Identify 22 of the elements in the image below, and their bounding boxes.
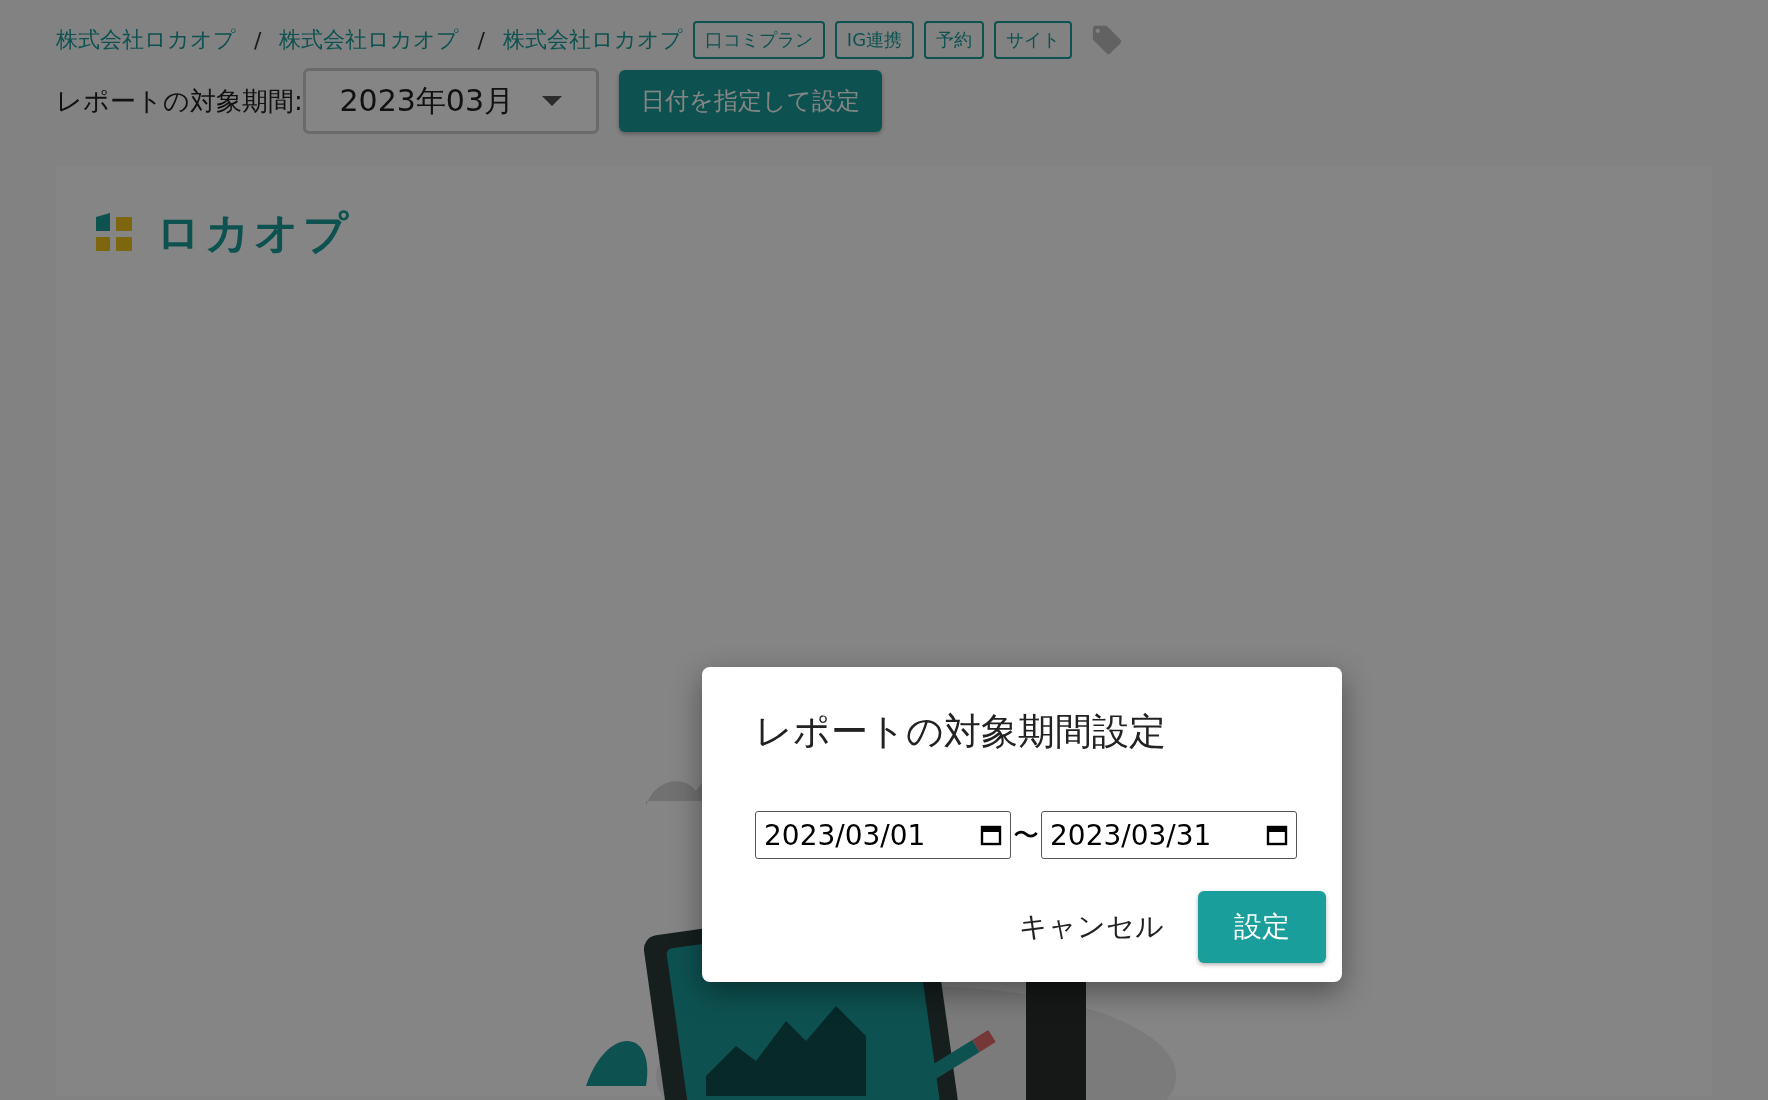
logo-text: ロカオプ: [156, 206, 352, 260]
caret-icon: [542, 96, 563, 106]
range-separator: 〜: [1012, 818, 1040, 852]
period-label: レポートの対象期間:: [56, 84, 303, 118]
date-field[interactable]: 2023/03/01: [755, 811, 1011, 859]
custom-date-button[interactable]: 日付を指定して設定: [618, 70, 882, 132]
dialog-title: レポートの対象期間設定: [755, 709, 1167, 755]
month-select[interactable]: 2023年03月: [302, 68, 599, 134]
confirm-button[interactable]: 設定: [1198, 891, 1326, 963]
breadcrumb-separator: /: [254, 27, 262, 53]
tag-chip: IG連携: [834, 21, 915, 59]
calendar-icon[interactable]: [1266, 824, 1288, 846]
tag-chip: 予約: [924, 21, 985, 59]
breadcrumb-separator: /: [477, 27, 485, 53]
breadcrumb-link[interactable]: 株式会社ロカオプ: [56, 25, 236, 55]
cancel-button[interactable]: キャンセル: [1013, 907, 1170, 947]
tag-chip: サイト: [994, 21, 1073, 59]
calendar-icon[interactable]: [980, 824, 1002, 846]
date-field[interactable]: 2023/03/31: [1041, 811, 1297, 859]
breadcrumb-link[interactable]: 株式会社ロカオプ: [502, 25, 683, 55]
breadcrumb-link[interactable]: 株式会社ロカオプ: [279, 25, 460, 55]
tag-chip: 口コミプラン: [692, 21, 825, 59]
